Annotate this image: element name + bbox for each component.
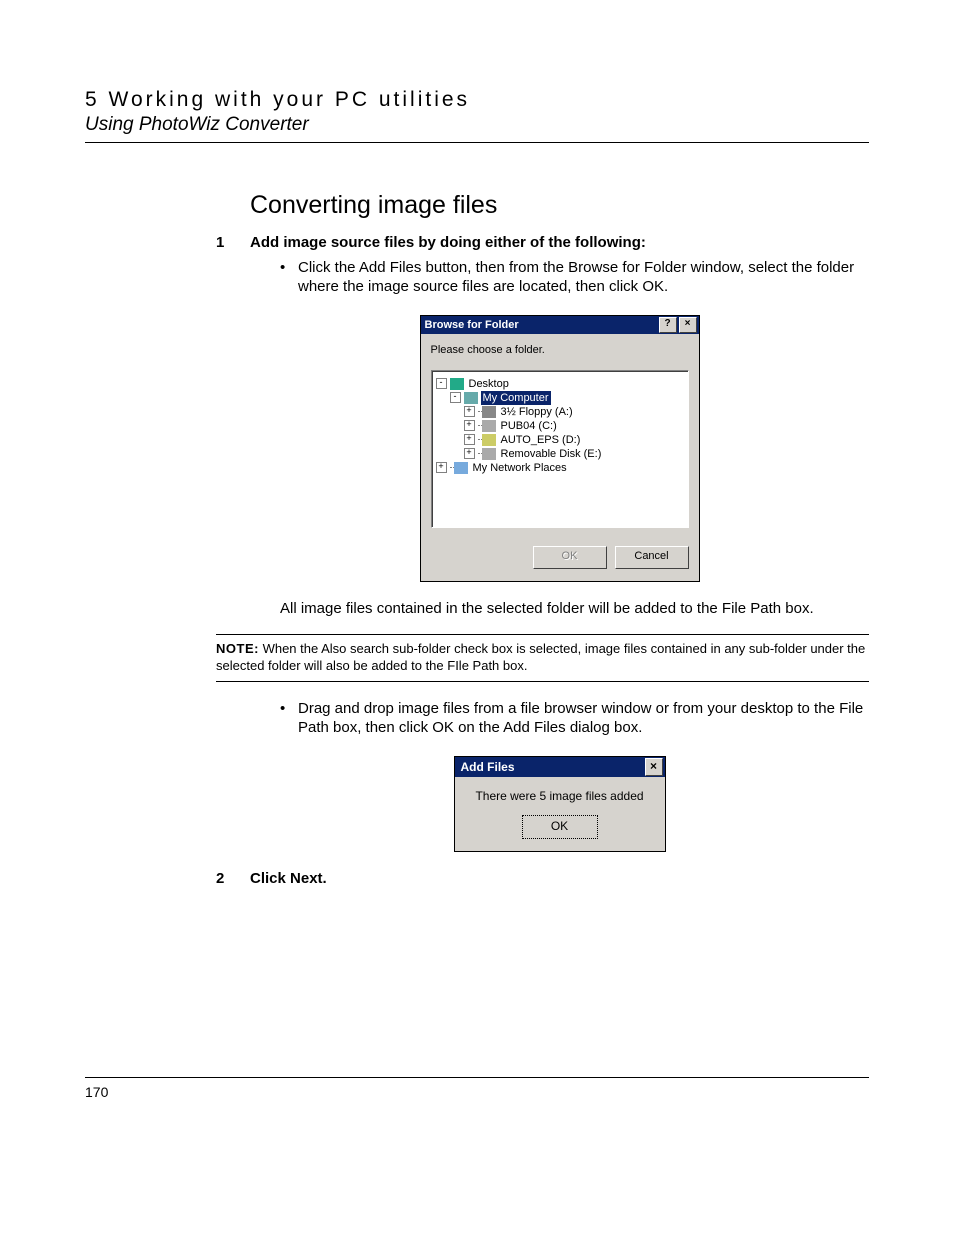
bullet-marker: • xyxy=(280,259,298,297)
bullet-item: • Drag and drop image files from a file … xyxy=(280,700,869,738)
note-label: NOTE: xyxy=(216,641,259,656)
page-footer: 170 xyxy=(85,1077,869,1100)
expander-icon[interactable]: + xyxy=(464,420,475,431)
step-2: 2 Click Next. xyxy=(250,870,869,887)
ok-button[interactable]: OK xyxy=(533,546,607,569)
close-button[interactable]: × xyxy=(679,317,697,333)
tree-item-selected[interactable]: My Computer xyxy=(481,391,551,405)
tree-item[interactable]: My Network Places xyxy=(471,461,569,475)
step-1: 1 Add image source files by doing either… xyxy=(250,234,869,251)
network-icon xyxy=(454,462,468,474)
page: 5 Working with your PC utilities Using P… xyxy=(0,0,954,1140)
step-text: Add image source files by doing either o… xyxy=(250,234,646,251)
step-number: 2 xyxy=(216,870,250,887)
expander-icon[interactable]: + xyxy=(464,434,475,445)
chapter-title: 5 Working with your PC utilities xyxy=(85,88,869,112)
expander-icon[interactable]: - xyxy=(436,378,447,389)
desktop-icon xyxy=(450,378,464,390)
dialog-footer: OK Cancel xyxy=(421,536,699,581)
tree-item[interactable]: AUTO_EPS (D:) xyxy=(499,433,583,447)
tree-item[interactable]: Removable Disk (E:) xyxy=(499,447,604,461)
expander-icon[interactable]: + xyxy=(464,406,475,417)
dialog-body: Please choose a folder. - Desktop - My C… xyxy=(421,334,699,536)
chapter-subtitle: Using PhotoWiz Converter xyxy=(85,114,869,136)
help-button[interactable]: ? xyxy=(659,317,677,333)
dialog-instruction: Please choose a folder. xyxy=(431,344,689,356)
ok-button[interactable]: OK xyxy=(522,815,598,839)
step-text: Click Next. xyxy=(250,870,327,887)
folder-tree[interactable]: - Desktop - My Computer + xyxy=(431,370,689,528)
expander-icon[interactable]: + xyxy=(464,448,475,459)
step-number: 1 xyxy=(216,234,250,251)
dialog-titlebar[interactable]: Add Files × xyxy=(455,757,665,777)
tree-item[interactable]: PUB04 (C:) xyxy=(499,419,559,433)
note-block: NOTE: When the Also search sub-folder ch… xyxy=(216,634,869,682)
cancel-button[interactable]: Cancel xyxy=(615,546,689,569)
tree-item[interactable]: 3½ Floppy (A:) xyxy=(499,405,575,419)
figure-browse-for-folder: Browse for Folder ? × Please choose a fo… xyxy=(250,315,869,582)
computer-icon xyxy=(464,392,478,404)
bullet-text: Drag and drop image files from a file br… xyxy=(298,700,869,738)
dialog-title: Add Files xyxy=(461,760,643,774)
removable-icon xyxy=(482,448,496,460)
drive-icon xyxy=(482,420,496,432)
bullet-item: • Click the Add Files button, then from … xyxy=(280,259,869,297)
dialog-footer: OK xyxy=(455,809,665,851)
page-header: 5 Working with your PC utilities Using P… xyxy=(85,88,869,143)
dialog-message: There were 5 image files added xyxy=(455,777,665,809)
dialog-title: Browse for Folder xyxy=(425,319,657,331)
page-number: 170 xyxy=(85,1084,108,1100)
floppy-icon xyxy=(482,406,496,418)
close-button[interactable]: × xyxy=(645,758,663,776)
expander-icon[interactable]: - xyxy=(450,392,461,403)
add-files-dialog: Add Files × There were 5 image files add… xyxy=(454,756,666,852)
browse-for-folder-dialog: Browse for Folder ? × Please choose a fo… xyxy=(420,315,700,582)
paragraph: All image files contained in the selecte… xyxy=(280,600,869,619)
content-area: Converting image files 1 Add image sourc… xyxy=(250,191,869,887)
dialog-titlebar[interactable]: Browse for Folder ? × xyxy=(421,316,699,334)
tree-item[interactable]: Desktop xyxy=(467,377,511,391)
bullet-text: Click the Add Files button, then from th… xyxy=(298,259,869,297)
figure-add-files: Add Files × There were 5 image files add… xyxy=(250,756,869,852)
note-text: When the Also search sub-folder check bo… xyxy=(216,641,865,673)
section-title: Converting image files xyxy=(250,191,869,220)
expander-icon[interactable]: + xyxy=(436,462,447,473)
bullet-marker: • xyxy=(280,700,298,738)
cd-icon xyxy=(482,434,496,446)
